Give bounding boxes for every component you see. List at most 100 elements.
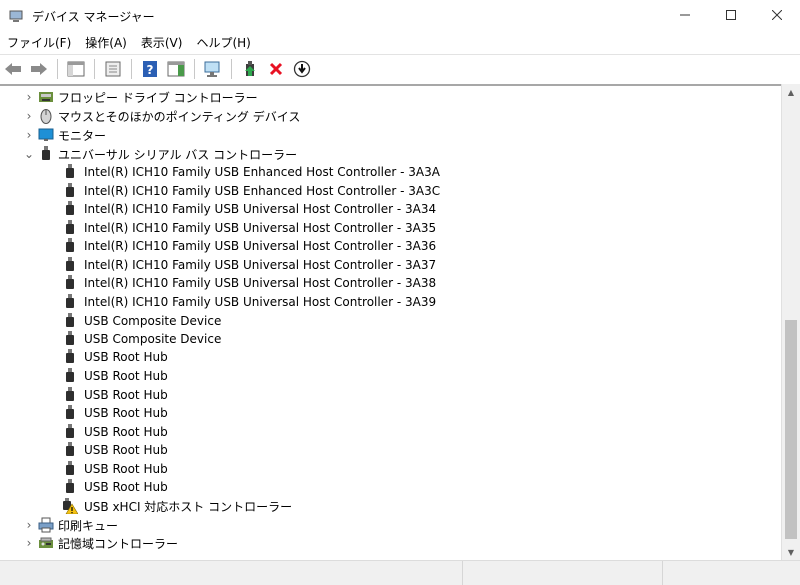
tree-device-item[interactable]: Intel(R) ICH10 Family USB Enhanced Host … bbox=[62, 182, 440, 200]
device-label: USB Root Hub bbox=[84, 425, 168, 439]
usb-plug-icon bbox=[62, 479, 78, 495]
chevron-right-icon[interactable]: › bbox=[22, 126, 36, 144]
menu-view[interactable]: 表示(V) bbox=[134, 32, 190, 54]
usb-plug-icon bbox=[62, 405, 78, 421]
show-hide-console-tree-button[interactable] bbox=[65, 58, 87, 80]
floppy-controller-icon bbox=[38, 89, 54, 105]
delete-x-icon bbox=[269, 62, 283, 75]
scroll-up-arrow-icon[interactable]: ▲ bbox=[782, 84, 800, 100]
usb-plug-icon bbox=[62, 275, 78, 291]
menu-help[interactable]: ヘルプ(H) bbox=[189, 32, 257, 54]
maximize-button[interactable] bbox=[708, 0, 754, 30]
device-label: Intel(R) ICH10 Family USB Enhanced Host … bbox=[84, 165, 440, 179]
menu-file[interactable]: ファイル(F) bbox=[0, 32, 78, 54]
usb-plug-icon bbox=[62, 164, 78, 180]
toolbar-separator bbox=[94, 58, 95, 79]
status-pane-main bbox=[0, 561, 463, 585]
tree-device-item[interactable]: Intel(R) ICH10 Family USB Universal Host… bbox=[62, 200, 436, 218]
usb-plug-icon bbox=[62, 201, 78, 217]
tree-category-label: 記憶域コントローラー bbox=[58, 536, 179, 551]
window-controls bbox=[662, 0, 800, 30]
action-pane-button[interactable] bbox=[165, 58, 187, 80]
close-button[interactable] bbox=[754, 0, 800, 30]
tree-device-item[interactable]: USB Root Hub bbox=[62, 348, 168, 366]
toolbar-separator bbox=[131, 58, 132, 79]
device-label: USB Root Hub bbox=[84, 480, 168, 494]
usb-plug-icon bbox=[62, 349, 78, 365]
device-label: USB Root Hub bbox=[84, 350, 168, 364]
chevron-right-icon[interactable]: › bbox=[22, 107, 36, 125]
tree-category-storage-controller[interactable]: › 記憶域コントローラー bbox=[22, 534, 178, 552]
menu-bar: ファイル(F) 操作(A) 表示(V) ヘルプ(H) bbox=[0, 32, 800, 54]
tree-device-item[interactable]: Intel(R) ICH10 Family USB Universal Host… bbox=[62, 293, 436, 311]
usb-plug-icon bbox=[62, 238, 78, 254]
toolbar-separator bbox=[57, 58, 58, 79]
warning-icon bbox=[62, 498, 78, 514]
tree-category-monitor[interactable]: › モニター bbox=[22, 126, 106, 144]
chevron-right-icon[interactable]: › bbox=[22, 88, 36, 106]
chevron-down-icon[interactable]: ⌄ bbox=[22, 145, 36, 163]
device-tree[interactable]: › フロッピー ドライブ コントローラー › マウスとそのほかのポインティング … bbox=[0, 84, 781, 560]
tree-device-item[interactable]: USB Root Hub bbox=[62, 441, 168, 459]
update-driver-icon bbox=[245, 60, 255, 76]
disable-device-button[interactable] bbox=[291, 58, 313, 80]
update-driver-button[interactable] bbox=[239, 58, 261, 80]
properties-button[interactable] bbox=[102, 58, 124, 80]
maximize-icon bbox=[726, 10, 736, 20]
chevron-right-icon[interactable]: › bbox=[22, 516, 36, 534]
toolbar-separator bbox=[231, 58, 232, 79]
tree-device-item[interactable]: Intel(R) ICH10 Family USB Universal Host… bbox=[62, 256, 436, 274]
tree-device-item[interactable]: USB Composite Device bbox=[62, 330, 221, 348]
device-label: USB Root Hub bbox=[84, 369, 168, 383]
help-button[interactable]: ? bbox=[139, 58, 161, 80]
forward-button[interactable] bbox=[28, 58, 50, 80]
tree-device-item[interactable]: USB Root Hub bbox=[62, 386, 168, 404]
action-pane-icon bbox=[167, 61, 185, 76]
tree-category-usb-controllers[interactable]: ⌄ ユニバーサル シリアル バス コントローラー bbox=[22, 145, 297, 163]
usb-plug-icon bbox=[62, 294, 78, 310]
device-manager-app-icon bbox=[8, 8, 24, 24]
scan-hardware-button[interactable] bbox=[202, 58, 224, 80]
usb-plug-icon bbox=[62, 387, 78, 403]
scrollbar-thumb[interactable] bbox=[785, 320, 797, 539]
tree-device-item[interactable]: Intel(R) ICH10 Family USB Universal Host… bbox=[62, 219, 436, 237]
device-label: USB Composite Device bbox=[84, 332, 222, 346]
tree-category-mouse[interactable]: › マウスとそのほかのポインティング デバイス bbox=[22, 107, 300, 125]
monitor-icon bbox=[38, 127, 54, 143]
tree-device-item[interactable]: USB Root Hub bbox=[62, 460, 168, 478]
tree-category-print-queue[interactable]: › 印刷キュー bbox=[22, 516, 118, 534]
device-label: Intel(R) ICH10 Family USB Universal Host… bbox=[84, 202, 437, 216]
device-label: USB Root Hub bbox=[84, 443, 168, 457]
usb-plug-icon bbox=[62, 424, 78, 440]
tree-device-item[interactable]: USB Composite Device bbox=[62, 312, 221, 330]
tree-device-item[interactable]: USB Root Hub bbox=[62, 404, 168, 422]
tree-device-item[interactable]: USB Root Hub bbox=[62, 478, 168, 496]
vertical-scrollbar[interactable]: ▲ ▼ bbox=[781, 84, 800, 560]
uninstall-device-button[interactable] bbox=[265, 58, 287, 80]
tree-device-item-warning[interactable]: USB xHCI 対応ホスト コントローラー bbox=[62, 497, 292, 515]
close-icon bbox=[772, 10, 782, 20]
status-pane-tertiary bbox=[663, 561, 799, 585]
tree-device-item[interactable]: Intel(R) ICH10 Family USB Universal Host… bbox=[62, 274, 436, 292]
scroll-down-arrow-icon[interactable]: ▼ bbox=[782, 544, 800, 560]
menu-action[interactable]: 操作(A) bbox=[78, 32, 134, 54]
chevron-right-icon[interactable]: › bbox=[22, 534, 36, 552]
tree-device-item[interactable]: Intel(R) ICH10 Family USB Universal Host… bbox=[62, 237, 436, 255]
device-label: Intel(R) ICH10 Family USB Universal Host… bbox=[84, 295, 437, 309]
status-pane-secondary bbox=[463, 561, 663, 585]
tree-device-item[interactable]: USB Root Hub bbox=[62, 423, 168, 441]
title-bar[interactable]: デバイス マネージャー bbox=[0, 0, 800, 32]
status-bar bbox=[0, 560, 800, 585]
tree-category-floppy-controller[interactable]: › フロッピー ドライブ コントローラー bbox=[22, 88, 258, 106]
tree-device-item[interactable]: Intel(R) ICH10 Family USB Enhanced Host … bbox=[62, 163, 440, 181]
svg-text:?: ? bbox=[147, 63, 154, 77]
tree-device-item[interactable]: USB Root Hub bbox=[62, 367, 168, 385]
back-button[interactable] bbox=[2, 58, 24, 80]
usb-plug-icon bbox=[62, 368, 78, 384]
minimize-button[interactable] bbox=[662, 0, 708, 30]
minimize-icon bbox=[680, 14, 690, 16]
device-label: Intel(R) ICH10 Family USB Universal Host… bbox=[84, 258, 437, 272]
usb-plug-icon bbox=[62, 331, 78, 347]
device-label: USB Composite Device bbox=[84, 314, 222, 328]
toolbar-separator bbox=[194, 58, 195, 79]
